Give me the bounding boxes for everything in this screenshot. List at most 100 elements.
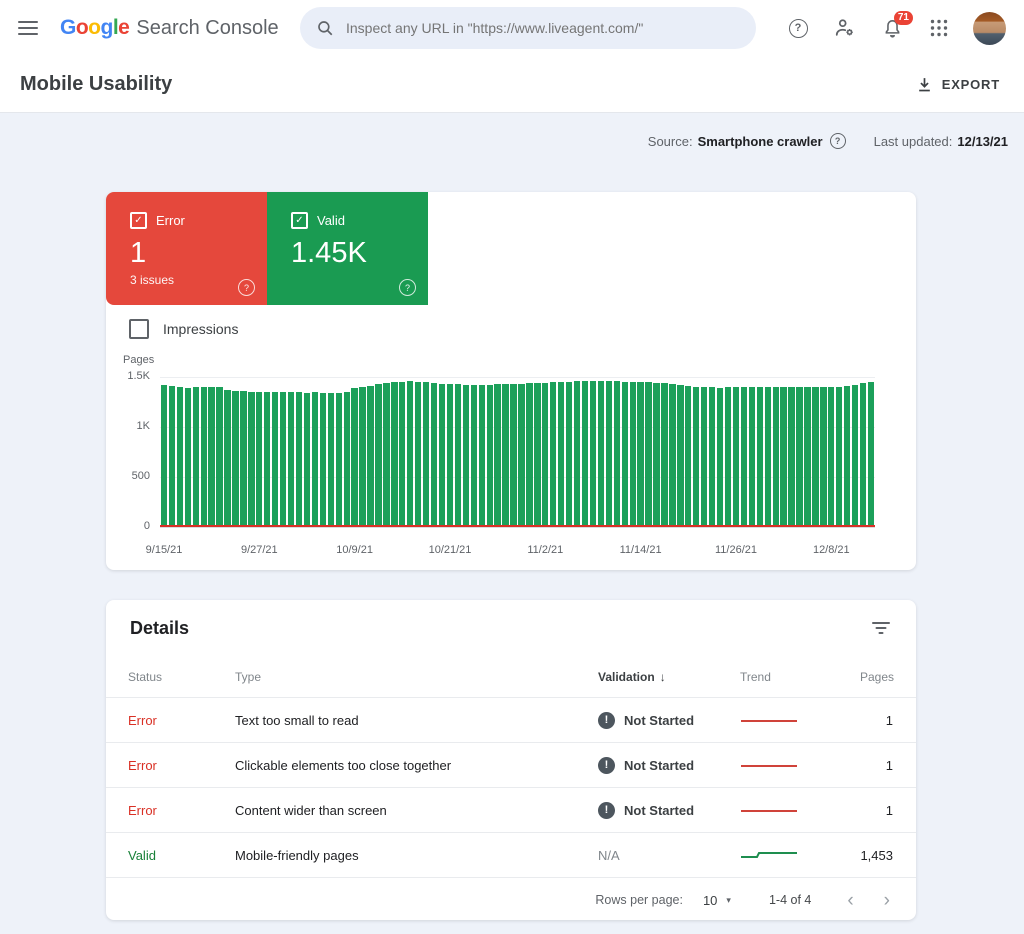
pagination-range: 1-4 of 4: [769, 893, 811, 907]
chart-bar: [653, 383, 659, 527]
table-body: ErrorText too small to read!Not Started1…: [106, 697, 916, 877]
column-header-type[interactable]: Type: [235, 670, 598, 684]
details-title: Details: [130, 618, 189, 639]
chart-bar: [534, 383, 540, 527]
help-button[interactable]: ?: [779, 9, 817, 47]
table-row[interactable]: ErrorContent wider than screen!Not Start…: [106, 787, 916, 832]
chart-bar: [661, 383, 667, 527]
error-summary-card[interactable]: ✓ Error 1 3 issues ?: [106, 192, 267, 305]
chart-bar: [526, 383, 532, 527]
unchecked-checkbox-icon[interactable]: [129, 319, 149, 339]
chart-bar: [542, 383, 548, 527]
table-row[interactable]: ValidMobile-friendly pagesN/A1,453: [106, 832, 916, 877]
issue-type-label: Text too small to read: [235, 713, 598, 728]
chart-bar: [471, 385, 477, 527]
chart-bar: [224, 390, 230, 527]
chart-bar: [709, 387, 715, 527]
chart-bar: [439, 384, 445, 528]
google-apps-button[interactable]: [920, 9, 958, 47]
chart-plot[interactable]: [160, 377, 875, 528]
table-row[interactable]: ErrorClickable elements too close togeth…: [106, 742, 916, 787]
url-inspect-search-bar[interactable]: [300, 7, 756, 49]
page-title: Mobile Usability: [20, 73, 172, 96]
trend-sparkline: [740, 713, 860, 728]
chart-bar: [574, 381, 580, 527]
chart-bar: [749, 387, 755, 527]
search-input[interactable]: [344, 19, 738, 37]
x-axis-tick: 10/9/21: [336, 544, 373, 556]
filter-button[interactable]: [872, 621, 890, 635]
chart-bar: [455, 384, 461, 527]
chart-bar: [383, 383, 389, 527]
export-button[interactable]: EXPORT: [916, 76, 1000, 93]
chart-bar: [344, 392, 350, 527]
chart-bar: [796, 387, 802, 527]
x-axis-tick: 11/2/21: [527, 544, 563, 556]
last-updated-value: 12/13/21: [957, 134, 1008, 149]
checked-checkbox-icon[interactable]: ✓: [130, 212, 147, 229]
chart-bar: [264, 392, 270, 527]
y-axis-title: Pages: [123, 354, 154, 366]
chart-bar: [510, 384, 516, 527]
chart-bar: [256, 392, 262, 527]
table-row[interactable]: ErrorText too small to read!Not Started1: [106, 697, 916, 742]
next-page-button[interactable]: ›: [884, 891, 890, 910]
impressions-toggle[interactable]: Impressions: [129, 319, 238, 339]
chart-bar: [447, 384, 453, 527]
pages-count: 1: [860, 803, 893, 818]
app-logo[interactable]: Google Search Console: [60, 16, 279, 40]
chart-bar: [788, 387, 794, 527]
validation-status: !Not Started: [598, 802, 740, 819]
issue-type-label: Clickable elements too close together: [235, 758, 598, 773]
column-header-trend[interactable]: Trend: [740, 670, 860, 684]
chart-bar: [232, 391, 238, 527]
status-badge: Valid: [128, 848, 235, 863]
dropdown-caret-icon[interactable]: ▾: [726, 895, 731, 906]
validation-status: N/A: [598, 848, 740, 863]
chart-bar: [645, 382, 651, 527]
chart-bar: [637, 382, 643, 527]
chart-bar: [240, 391, 246, 527]
pages-count: 1: [860, 713, 893, 728]
y-axis-tick: 0: [106, 520, 150, 532]
notifications-button[interactable]: 71: [873, 9, 911, 47]
last-updated-label: Last updated:: [874, 134, 953, 149]
valid-help-icon[interactable]: ?: [399, 279, 416, 296]
chart-bar: [391, 382, 397, 527]
user-settings-button[interactable]: [826, 9, 864, 47]
chart-bar: [161, 385, 167, 527]
chart-bar: [622, 382, 628, 528]
error-help-icon[interactable]: ?: [238, 279, 255, 296]
x-axis-tick: 9/27/21: [241, 544, 278, 556]
chart-bar: [431, 383, 437, 527]
status-badge: Error: [128, 803, 235, 818]
chart-bar: [336, 393, 342, 527]
column-header-pages[interactable]: Pages: [860, 670, 894, 684]
chart-bar: [177, 387, 183, 527]
chart-bar: [502, 384, 508, 527]
chart-bar: [804, 387, 810, 527]
previous-page-button[interactable]: ‹: [847, 891, 853, 910]
chart-bar: [630, 382, 636, 527]
hamburger-menu-icon[interactable]: [18, 21, 38, 35]
table-header-row: Status Type Validation ↓ Trend Pages: [106, 656, 916, 697]
valid-summary-card[interactable]: ✓ Valid 1.45K ?: [267, 192, 428, 305]
chart-bar: [669, 384, 675, 527]
search-icon: [316, 19, 334, 37]
column-header-status[interactable]: Status: [128, 670, 235, 684]
issue-type-label: Content wider than screen: [235, 803, 598, 818]
chart-bar: [494, 384, 500, 527]
exclamation-icon: !: [598, 802, 615, 819]
top-app-bar: Google Search Console ? 71: [0, 0, 1024, 56]
y-axis-tick: 500: [106, 470, 150, 482]
x-axis-tick: 11/14/21: [620, 544, 662, 556]
chart-bar: [280, 392, 286, 527]
chart-bar: [741, 387, 747, 527]
source-help-icon[interactable]: ?: [830, 133, 846, 149]
checked-checkbox-icon[interactable]: ✓: [291, 212, 308, 229]
rows-per-page-value[interactable]: 10: [703, 893, 717, 908]
chart-bar: [375, 384, 381, 527]
column-header-validation[interactable]: Validation ↓: [598, 670, 740, 684]
chart-bar: [296, 392, 302, 527]
account-avatar[interactable]: [973, 12, 1006, 45]
